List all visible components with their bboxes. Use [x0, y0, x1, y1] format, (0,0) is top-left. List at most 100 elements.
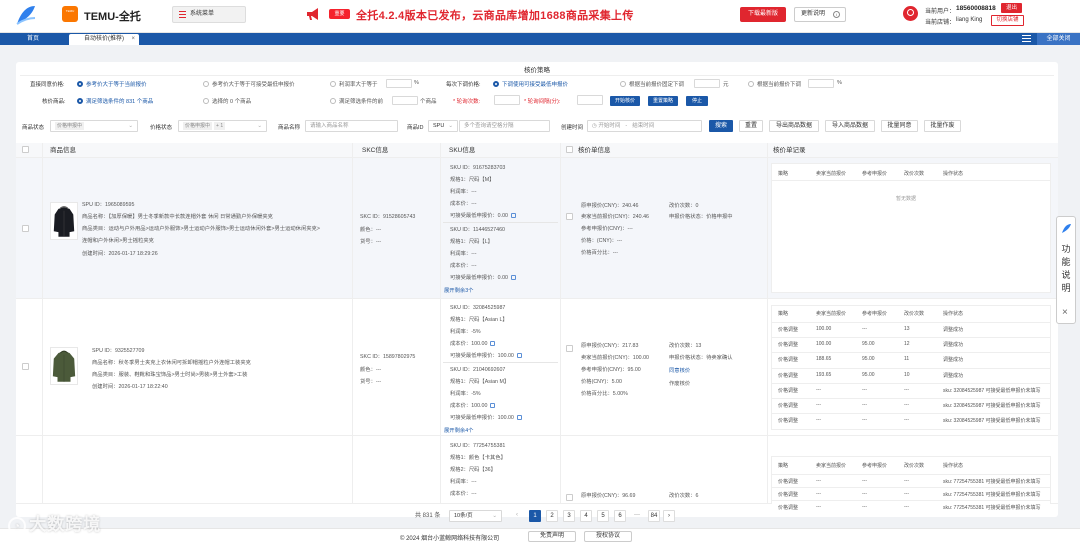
row-checkbox[interactable]: [22, 225, 29, 232]
edit-icon[interactable]: [510, 213, 516, 218]
search-button[interactable]: 搜索: [709, 120, 733, 132]
pricing-checkbox[interactable]: [566, 213, 573, 220]
radio-selected[interactable]: [77, 98, 83, 104]
option-percent-lower[interactable]: 根据当前报价下调: [748, 80, 801, 88]
edit-icon[interactable]: [490, 403, 496, 408]
pricing-checkbox[interactable]: [566, 345, 573, 352]
fixed-amount-input[interactable]: [694, 79, 720, 88]
pricing-checkbox[interactable]: [566, 494, 573, 501]
record-divider: [772, 413, 1050, 415]
tab-auto-pricing[interactable]: 自动核价(推荐) ×: [69, 34, 139, 45]
reset-button[interactable]: 重置: [739, 120, 763, 132]
pricing-checkbox[interactable]: [566, 146, 573, 153]
info-icon: i: [833, 11, 840, 18]
stop-button[interactable]: 停止: [686, 96, 708, 106]
start-pricing-button[interactable]: 开始核价: [610, 96, 640, 106]
batch-void-button[interactable]: 批量作废: [924, 120, 961, 132]
close-all-tabs-button[interactable]: 全部关闭: [1037, 33, 1080, 45]
poll-interval-label: * 轮询间隔(分):: [524, 99, 561, 105]
next-page-button[interactable]: ›: [663, 510, 675, 522]
option-fixed-lower[interactable]: 根据当前报价固定下调: [620, 80, 684, 88]
record-cell: 调整成功: [943, 342, 964, 349]
record-header: 操作状态: [943, 171, 964, 177]
export-button[interactable]: 导出商品数据: [769, 120, 819, 132]
product-id-input[interactable]: 多个查询请空格分隔: [459, 120, 550, 132]
record-cell: 价格调整: [778, 357, 799, 364]
record-cell: 调整成功: [943, 357, 964, 364]
system-menu-button[interactable]: 系统菜单: [172, 6, 246, 23]
download-latest-button[interactable]: 下载最新版: [740, 7, 786, 22]
radio[interactable]: [203, 81, 209, 87]
import-button[interactable]: 导入商品数据: [825, 120, 875, 132]
radio[interactable]: [330, 81, 336, 87]
poll-times-input[interactable]: [494, 95, 520, 105]
expand-more-link[interactable]: 展开剩余3个: [444, 288, 473, 294]
record-header: 改价次数: [904, 171, 925, 177]
percent-lower-input[interactable]: [808, 79, 834, 88]
poll-interval-input[interactable]: [577, 95, 603, 105]
date-range-picker[interactable]: ◷ 开始时间 - 结束时间: [587, 120, 702, 132]
page-size-select[interactable]: 10条/页 ⌄: [449, 510, 502, 522]
radio[interactable]: [620, 81, 626, 87]
menu-icon[interactable]: [1022, 35, 1031, 43]
divider: [772, 180, 1050, 181]
page-button[interactable]: 1: [529, 510, 541, 522]
id-type-select[interactable]: SPU ⌄: [428, 120, 458, 132]
record-header: 策略: [778, 463, 789, 469]
batch-agree-button[interactable]: 批量同意: [881, 120, 918, 132]
option-ref-gte-current[interactable]: 参考价大于等于当前报价: [77, 80, 147, 88]
logout-button[interactable]: 退出: [1001, 3, 1022, 13]
current-user-label: 当前用户：: [925, 9, 956, 15]
select-all-checkbox[interactable]: [22, 146, 29, 153]
feature-guide-panel[interactable]: 功能说明 ×: [1056, 216, 1076, 324]
disclaimer-button[interactable]: 免责声明: [528, 531, 576, 542]
close-icon[interactable]: ×: [131, 34, 135, 45]
page-button[interactable]: ···: [631, 510, 643, 522]
pricing-products-label: 核价商品:: [42, 99, 66, 105]
record-cell: ---: [816, 478, 821, 484]
close-icon[interactable]: ×: [1062, 307, 1068, 318]
profit-rate-input[interactable]: [386, 79, 412, 88]
reset-strategy-button[interactable]: 重置策略: [648, 96, 678, 106]
radio-selected[interactable]: [493, 81, 499, 87]
option-profit-gte[interactable]: 利润率大于等于: [330, 80, 378, 88]
edit-icon[interactable]: [516, 353, 522, 358]
page-button[interactable]: 6: [614, 510, 626, 522]
first-n-input[interactable]: [392, 96, 418, 105]
edit-icon[interactable]: [516, 415, 522, 420]
option-selected[interactable]: 选择的 0 个商品: [203, 97, 251, 105]
edit-icon[interactable]: [510, 275, 516, 280]
switch-store-button[interactable]: 切换店铺: [991, 15, 1024, 26]
record-cell: ---: [862, 402, 867, 408]
page-button[interactable]: 3: [563, 510, 575, 522]
row-checkbox[interactable]: [22, 363, 29, 370]
tab-home[interactable]: 首页: [2, 34, 64, 45]
product-name: 商品名称：秋冬季男士夹克上衣休闲可拆卸帽摇粒户外连帽工装夹克: [92, 360, 251, 366]
option-ref-gte-min[interactable]: 参考价大于等于可接受最低申报价: [203, 80, 295, 88]
update-notes-button[interactable]: 更新说明 i: [794, 7, 846, 22]
sku-spec: 规格1：尺码【M】: [450, 177, 495, 183]
feature-guide-char: 明: [1061, 283, 1071, 293]
prev-page-button[interactable]: ‹: [511, 510, 523, 522]
agree-pricing-link[interactable]: 同意核价: [669, 368, 690, 374]
option-lower-to-min[interactable]: 下调使用可接受最低申报价: [493, 80, 568, 88]
void-pricing-link[interactable]: 作废核价: [669, 381, 690, 387]
page-button[interactable]: 2: [546, 510, 558, 522]
radio[interactable]: [748, 81, 754, 87]
price-status-select[interactable]: 价格申报中 + 1 ⌄: [178, 120, 267, 132]
page-button[interactable]: 84: [648, 510, 660, 522]
edit-icon[interactable]: [490, 341, 496, 346]
page-button[interactable]: 5: [597, 510, 609, 522]
radio[interactable]: [203, 98, 209, 104]
product-status-select[interactable]: 价格申报中 ⌄: [50, 120, 138, 132]
option-all-filtered[interactable]: 满足筛选条件的 831 个商品: [77, 97, 153, 105]
record-header: 卖家当前报价: [816, 171, 847, 177]
license-button[interactable]: 授权协议: [584, 531, 632, 542]
option-first-n[interactable]: 满足筛选条件的前: [330, 97, 383, 105]
page-button[interactable]: 4: [580, 510, 592, 522]
expand-more-link[interactable]: 展开剩余4个: [444, 428, 473, 434]
product-name-input[interactable]: 请输入商品名称: [305, 120, 398, 132]
radio-selected[interactable]: [77, 81, 83, 87]
radio[interactable]: [330, 98, 336, 104]
divider: [20, 75, 1054, 76]
